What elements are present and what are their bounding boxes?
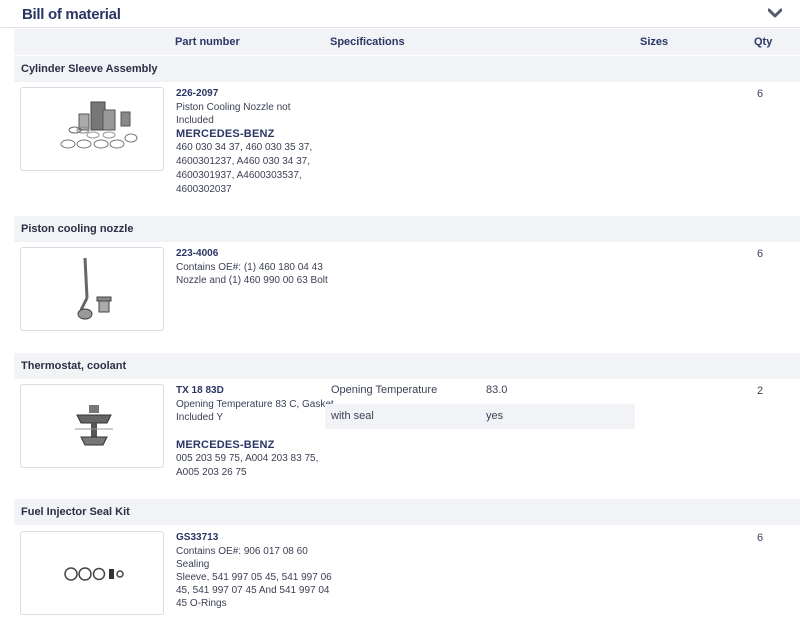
thermostat-icon	[75, 405, 113, 446]
group-header: Fuel Injector Seal Kit	[14, 499, 800, 525]
part-image[interactable]	[20, 247, 164, 331]
description-line: Included Y	[176, 412, 224, 423]
group-header: Cylinder Sleeve Assembly	[14, 56, 800, 82]
spec-label: with seal	[331, 410, 374, 422]
description-line: 45 O-Rings	[176, 598, 227, 609]
quantity: 6	[757, 248, 764, 260]
part-description: Contains OE#: (1) 460 180 04 43 Nozzle a…	[176, 261, 336, 287]
oe-number-list: 005 203 59 75, A004 203 83 75, A005 203 …	[176, 452, 326, 480]
column-qty: Qty	[754, 36, 773, 48]
part-number-link[interactable]: TX 18 83D	[176, 385, 224, 396]
brand-name: MERCEDES-BENZ	[176, 128, 275, 140]
brand-name: MERCEDES-BENZ	[176, 439, 275, 451]
description-line: Contains OE#: 906 017 08 60 Sealing	[176, 546, 308, 570]
part-image[interactable]	[20, 531, 164, 615]
spec-value: 83.0	[486, 384, 508, 396]
quantity: 6	[757, 532, 764, 544]
oe-number-line: 005 203 59 75, A004 203 83 75,	[176, 453, 319, 464]
chevron-down-icon[interactable]	[768, 7, 782, 19]
part-number-link[interactable]: 226-2097	[176, 88, 218, 99]
oe-number-line: 4600301237, A460 030 34 37,	[176, 156, 311, 167]
group-title: Piston cooling nozzle	[21, 223, 134, 235]
group-title: Fuel Injector Seal Kit	[21, 506, 130, 518]
column-specifications: Specifications	[330, 36, 405, 48]
part-description: Contains OE#: 906 017 08 60 Sealing Slee…	[176, 545, 341, 610]
quantity: 2	[757, 385, 764, 397]
spec-row: with seal yes	[325, 404, 635, 429]
part-description: Opening Temperature 83 C, Gasket Include…	[176, 398, 336, 424]
group-header: Piston cooling nozzle	[14, 216, 800, 242]
seal-kit-icon	[64, 567, 124, 581]
description-line: Contains OE#: (1) 460 180 04 43	[176, 262, 323, 273]
oe-number-list: 460 030 34 37, 460 030 35 37, 4600301237…	[176, 141, 326, 197]
part-number-link[interactable]: GS33713	[176, 532, 218, 543]
description-line: Nozzle and (1) 460 990 00 63 Bolt	[176, 275, 328, 286]
cooling-nozzle-icon	[77, 257, 112, 320]
spec-value: yes	[486, 410, 504, 422]
group-title: Thermostat, coolant	[21, 360, 127, 372]
part-number-link[interactable]: 223-4006	[176, 248, 218, 259]
description-line: 45, 541 997 07 45 And 541 997 04	[176, 585, 330, 596]
group-header: Thermostat, coolant	[14, 353, 800, 379]
panel-title: Bill of material	[22, 6, 121, 23]
description-line: Sleeve, 541 997 05 45, 541 997 06	[176, 572, 332, 583]
part-image[interactable]	[20, 87, 164, 171]
part-description: Piston Cooling Nozzle not Included	[176, 102, 291, 126]
column-sizes: Sizes	[640, 36, 669, 48]
oe-number-line: 4600302037	[176, 184, 232, 195]
column-part-number: Part number	[175, 36, 240, 48]
table-column-header: Part number Specifications Sizes Qty	[14, 29, 800, 55]
group-title: Cylinder Sleeve Assembly	[21, 63, 158, 75]
oe-number-line: 4600301937, A4600303537,	[176, 170, 302, 181]
part-image[interactable]	[20, 384, 164, 468]
bom-panel-header[interactable]: Bill of material	[0, 0, 800, 28]
quantity: 6	[757, 88, 764, 100]
spec-label: Opening Temperature	[331, 384, 438, 396]
cylinder-sleeve-kit-icon	[60, 101, 138, 149]
oe-number-line: 460 030 34 37, 460 030 35 37,	[176, 142, 313, 153]
description-line: Opening Temperature 83 C, Gasket	[176, 399, 334, 410]
oe-number-line: A005 203 26 75	[176, 467, 247, 478]
spec-row: Opening Temperature 83.0	[325, 378, 635, 403]
